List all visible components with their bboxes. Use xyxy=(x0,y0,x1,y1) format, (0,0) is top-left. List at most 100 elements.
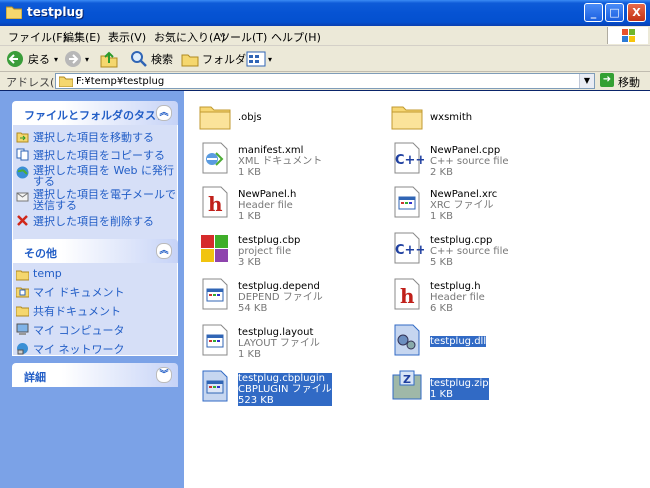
tasks-panel: ファイルとフォルダのタスク ︽ 選択した項目を移動する 選択した項目をコピーする… xyxy=(12,101,178,245)
file-item[interactable]: C++ testplug.cpp C++ source file 5 KB xyxy=(390,231,580,273)
menu-tools[interactable]: ツール(T) xyxy=(219,29,267,45)
folders-label: フォルダ xyxy=(202,53,246,66)
close-button[interactable]: X xyxy=(627,3,646,22)
file-size: 1 KB xyxy=(430,389,489,400)
file-item-selected[interactable]: testplug.dll xyxy=(390,323,580,365)
file-type: XRC ファイル xyxy=(430,200,494,211)
file-name: wxsmith xyxy=(430,112,473,123)
chevron-down-icon[interactable]: ▾ xyxy=(85,55,89,64)
file-item[interactable]: testplug.layout LAYOUT ファイル 1 KB xyxy=(198,323,388,365)
folders-button[interactable]: フォルダ xyxy=(181,49,246,69)
task-email[interactable]: 選択した項目を電子メールで送信する xyxy=(13,189,177,211)
maximize-button[interactable]: □ xyxy=(605,3,624,22)
file-type: DEPEND ファイル xyxy=(238,292,323,303)
file-type: CBPLUGIN ファイル xyxy=(238,384,332,395)
views-icon xyxy=(246,51,266,67)
minimize-button[interactable]: _ xyxy=(584,3,603,22)
generic-file-icon xyxy=(202,324,228,356)
place-shared-documents-label: 共有ドキュメント xyxy=(33,305,121,318)
file-name: testplug.depend xyxy=(238,281,320,292)
file-item[interactable]: NewPanel.xrc XRC ファイル 1 KB xyxy=(390,185,580,227)
file-item-selected[interactable]: Z testplug.zip 1 KB xyxy=(390,369,580,411)
file-name: testplug.layout xyxy=(238,327,314,338)
file-size: 1 KB xyxy=(238,167,261,178)
file-item[interactable]: .objs xyxy=(198,99,388,141)
chevron-down-icon[interactable]: ▼ xyxy=(579,74,594,88)
other-panel-title: その他 xyxy=(24,247,57,260)
task-copy[interactable]: 選択した項目をコピーする xyxy=(13,147,177,163)
collapse-icon[interactable]: ︽ xyxy=(156,105,172,121)
collapse-icon[interactable]: ︽ xyxy=(156,243,172,259)
file-size: 5 KB xyxy=(430,257,453,268)
task-publish-web[interactable]: 選択した項目を Web に発行する xyxy=(13,165,177,187)
address-input[interactable]: F:¥temp¥testplug ▼ xyxy=(55,73,595,89)
forward-arrow-icon xyxy=(65,51,81,67)
explorer-window: testplug _ □ X ファイル(F) 編集(E) 表示(V) お気に入り… xyxy=(0,0,650,488)
forward-button[interactable]: ▾ xyxy=(64,49,89,69)
tasks-panel-header[interactable]: ファイルとフォルダのタスク ︽ xyxy=(12,101,178,125)
task-delete[interactable]: 選択した項目を削除する xyxy=(13,213,177,229)
cpp-source-icon: C++ xyxy=(394,142,424,174)
task-move[interactable]: 選択した項目を移動する xyxy=(13,129,177,145)
up-folder-button[interactable] xyxy=(100,49,118,69)
file-item[interactable]: C++ NewPanel.cpp C++ source file 2 KB xyxy=(390,141,580,183)
svg-text:C++: C++ xyxy=(395,153,424,168)
menu-file[interactable]: ファイル(F) xyxy=(8,29,67,45)
network-icon xyxy=(17,343,28,355)
svg-text:Z: Z xyxy=(403,373,411,386)
menu-edit[interactable]: 編集(E) xyxy=(63,29,101,45)
title-bar[interactable]: testplug _ □ X xyxy=(0,0,650,26)
place-my-documents[interactable]: マイ ドキュメント xyxy=(13,284,177,300)
file-name: manifest.xml xyxy=(238,145,304,156)
menu-view[interactable]: 表示(V) xyxy=(108,29,146,45)
zip-archive-icon: Z xyxy=(392,370,422,400)
file-item[interactable]: h NewPanel.h Header file 1 KB xyxy=(198,185,388,227)
file-item-selected[interactable]: testplug.cbplugin CBPLUGIN ファイル 523 KB xyxy=(198,369,388,411)
search-button[interactable]: 検索 xyxy=(130,49,173,69)
task-delete-label: 選択した項目を削除する xyxy=(33,215,154,228)
place-my-computer-label: マイ コンピュータ xyxy=(33,324,125,337)
project-file-icon xyxy=(201,235,228,262)
svg-text:C++: C++ xyxy=(395,243,424,258)
go-arrow-icon[interactable]: ➜ xyxy=(600,73,614,87)
place-my-network[interactable]: マイ ネットワーク xyxy=(13,341,177,357)
svg-text:h: h xyxy=(400,284,415,308)
menu-help[interactable]: ヘルプ(H) xyxy=(271,29,321,45)
chevron-down-icon[interactable]: ▾ xyxy=(268,55,272,64)
file-item[interactable]: manifest.xml XML ドキュメント 1 KB xyxy=(198,141,388,183)
go-button[interactable]: 移動 xyxy=(618,74,640,90)
xml-document-icon xyxy=(202,142,228,174)
address-value: F:¥temp¥testplug xyxy=(76,76,165,87)
file-item[interactable]: testplug.cbp project file 3 KB xyxy=(198,231,388,273)
menu-favorites[interactable]: お気に入り(A) xyxy=(154,29,225,45)
file-item[interactable]: testplug.depend DEPEND ファイル 54 KB xyxy=(198,277,388,319)
email-icon xyxy=(16,192,29,202)
file-size: 54 KB xyxy=(238,303,268,314)
views-button[interactable]: ▾ xyxy=(246,49,272,69)
place-my-computer[interactable]: マイ コンピュータ xyxy=(13,322,177,338)
windows-flag-icon xyxy=(622,29,635,42)
file-list: .objs wxsmith manifest.xml XML ドキュメント 1 KB… xyxy=(184,91,650,488)
details-panel: 詳細 ︾ xyxy=(12,363,178,387)
move-icon xyxy=(16,132,29,143)
other-panel-header[interactable]: その他 ︽ xyxy=(12,239,178,263)
place-temp[interactable]: temp xyxy=(13,267,177,281)
file-item[interactable]: wxsmith xyxy=(390,99,580,141)
file-type: XML ドキュメント xyxy=(238,156,323,167)
place-my-network-label: マイ ネットワーク xyxy=(33,343,125,356)
back-button[interactable]: 戻る ▾ xyxy=(6,49,58,69)
chevron-down-icon[interactable]: ▾ xyxy=(54,55,58,64)
place-shared-documents[interactable]: 共有ドキュメント xyxy=(13,303,177,319)
generic-file-icon xyxy=(202,278,228,310)
expand-icon[interactable]: ︾ xyxy=(156,367,172,383)
file-size: 6 KB xyxy=(430,303,453,314)
details-panel-header[interactable]: 詳細 ︾ xyxy=(12,363,178,387)
file-name: testplug.zip xyxy=(430,378,489,389)
menu-bar: ファイル(F) 編集(E) 表示(V) お気に入り(A) ツール(T) ヘルプ(… xyxy=(0,26,650,46)
file-name: .objs xyxy=(238,112,262,123)
up-folder-icon xyxy=(100,51,118,68)
file-type: C++ source file xyxy=(430,246,509,257)
other-places-panel: その他 ︽ temp マイ ドキュメント 共有ドキュメント マイ コンピュータ … xyxy=(12,239,178,356)
copy-icon xyxy=(16,148,29,161)
file-item[interactable]: h testplug.h Header file 6 KB xyxy=(390,277,580,319)
